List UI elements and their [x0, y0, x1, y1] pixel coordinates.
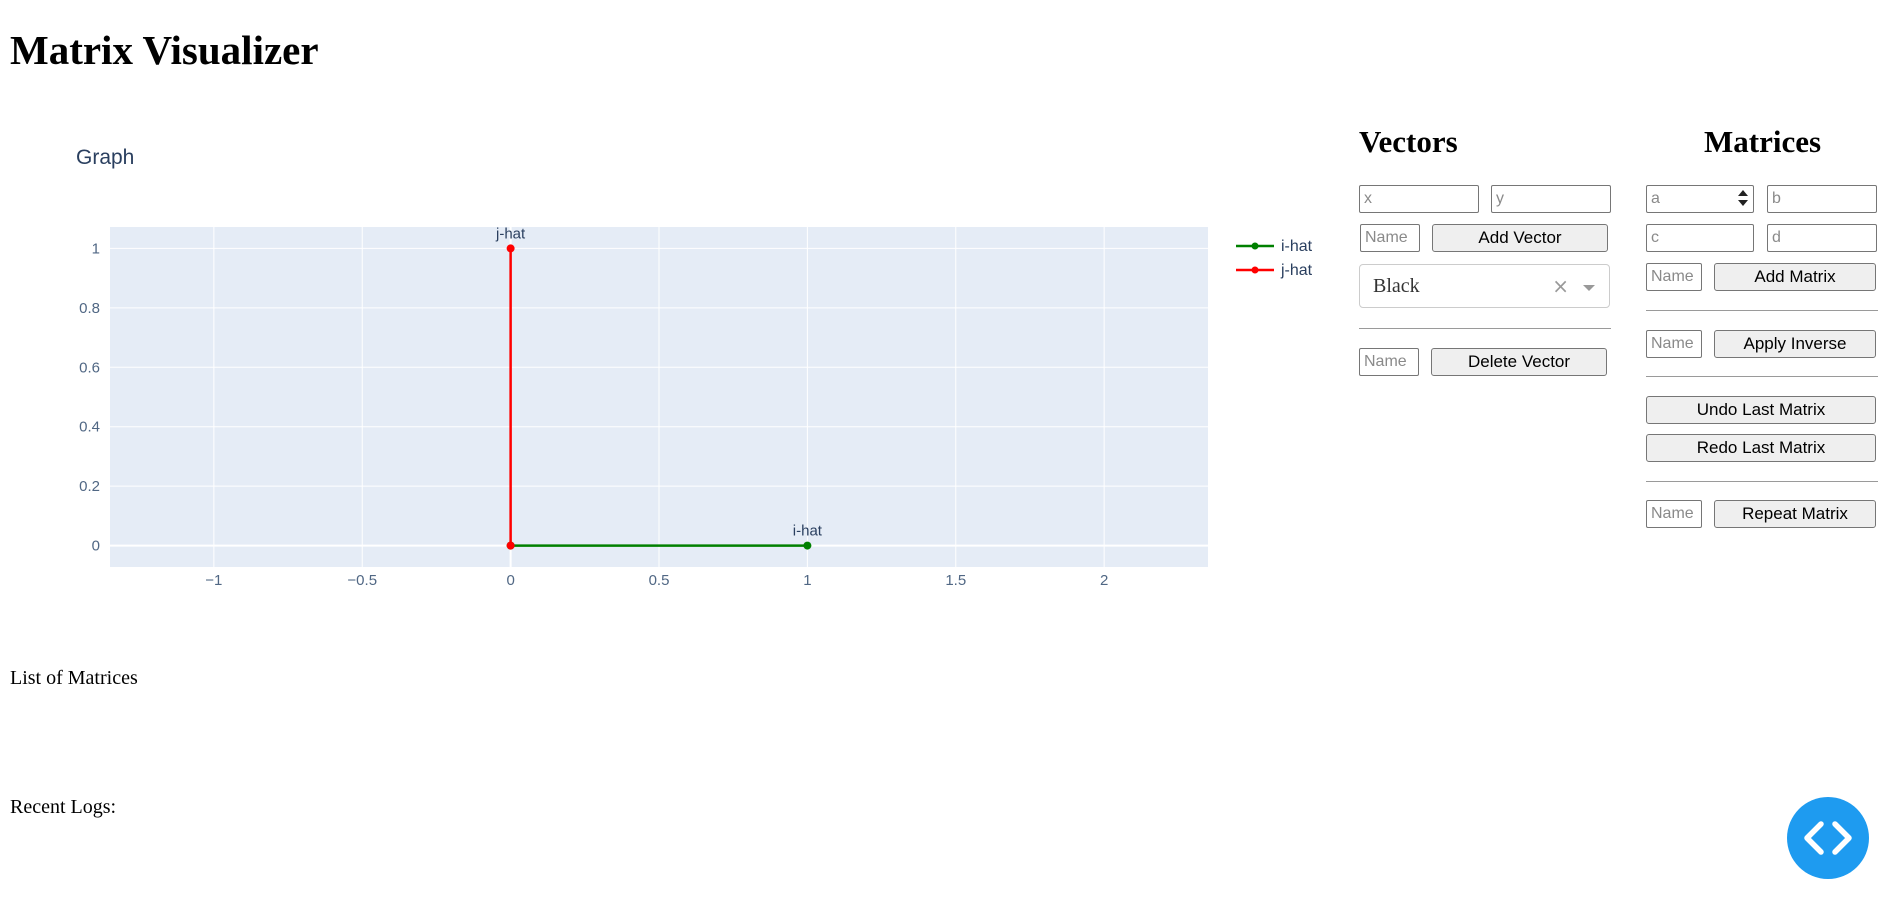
matrices-divider-2 — [1646, 376, 1878, 377]
vectors-divider — [1359, 328, 1611, 329]
x-tick-label: 0 — [506, 572, 514, 589]
y-tick-label: 0.8 — [79, 300, 100, 317]
x-tick-label: 2 — [1100, 572, 1108, 589]
point-label-j-hat: j-hat — [495, 225, 526, 242]
vector-name-input[interactable] — [1360, 224, 1420, 252]
page-title: Matrix Visualizer — [10, 27, 319, 73]
code-brackets-icon — [1804, 821, 1852, 855]
legend-label-j-hat: j-hat — [1280, 262, 1313, 279]
vector-x-input[interactable] — [1359, 185, 1479, 213]
x-tick-label: −1 — [205, 572, 222, 589]
matrix-c-input[interactable] — [1646, 224, 1754, 252]
code-toggle-button[interactable] — [1787, 797, 1869, 879]
matrices-heading: Matrices — [1704, 124, 1822, 159]
undo-last-matrix-button[interactable]: Undo Last Matrix — [1646, 396, 1876, 424]
point-label-i-hat: i-hat — [793, 523, 823, 540]
repeat-matrix-button[interactable]: Repeat Matrix — [1714, 500, 1876, 528]
add-vector-button[interactable]: Add Vector — [1432, 224, 1608, 252]
clear-icon[interactable]: × — [1552, 275, 1569, 297]
matrix-a-field[interactable] — [1646, 185, 1754, 213]
chevron-down-icon[interactable] — [1583, 285, 1595, 291]
delete-vector-button[interactable]: Delete Vector — [1431, 348, 1607, 376]
inverse-name-input[interactable] — [1646, 330, 1702, 358]
vector-chart[interactable]: Graph i-hat j-hat −1 −0.5 0 0.5 1 1.5 2 0 0.2 0.4… — [0, 120, 1345, 640]
legend-label-i-hat: i-hat — [1281, 238, 1313, 255]
vector-color-value: Black — [1373, 275, 1420, 297]
vector-color-select[interactable]: Black × — [1359, 264, 1610, 308]
legend-item-i-hat[interactable]: i-hat — [1236, 238, 1313, 255]
number-stepper-icon[interactable] — [1738, 189, 1748, 207]
x-tick-label: 1 — [803, 572, 811, 589]
vector-y-input[interactable] — [1491, 185, 1611, 213]
series-point-j-hat — [506, 541, 515, 550]
legend-marker-j-hat — [1251, 266, 1259, 274]
graph-container[interactable]: Graph i-hat j-hat −1 −0.5 0 0.5 1 1.5 2 0 0.2 0.4… — [0, 120, 1345, 640]
x-tick-label: 0.5 — [649, 572, 670, 589]
recent-logs-label: Recent Logs: — [10, 796, 117, 818]
y-tick-label: 0.4 — [79, 419, 100, 436]
series-point-i-hat — [803, 541, 812, 550]
y-tick-label: 0 — [92, 538, 100, 555]
legend[interactable]: i-hat j-hat — [1236, 238, 1313, 279]
repeat-name-input[interactable] — [1646, 500, 1702, 528]
matrix-b-input[interactable] — [1767, 185, 1877, 213]
y-tick-label: 0.2 — [79, 478, 100, 495]
matrices-divider-1 — [1646, 310, 1878, 311]
legend-item-j-hat[interactable]: j-hat — [1236, 262, 1313, 279]
y-tick-label: 1 — [92, 240, 100, 257]
y-tick-label: 0.6 — [79, 359, 100, 376]
x-axis-ticks: −1 −0.5 0 0.5 1 1.5 2 — [205, 572, 1108, 589]
y-axis-ticks: 0 0.2 0.4 0.6 0.8 1 — [79, 240, 100, 554]
apply-inverse-button[interactable]: Apply Inverse — [1714, 330, 1876, 358]
matrix-d-input[interactable] — [1767, 224, 1877, 252]
x-tick-label: 1.5 — [945, 572, 966, 589]
legend-marker-i-hat — [1251, 242, 1259, 250]
x-tick-label: −0.5 — [347, 572, 377, 589]
graph-title: Graph — [76, 146, 134, 169]
series-point-j-hat — [506, 244, 515, 253]
matrix-name-input[interactable] — [1646, 263, 1702, 291]
redo-last-matrix-button[interactable]: Redo Last Matrix — [1646, 434, 1876, 462]
list-of-matrices-label: List of Matrices — [10, 667, 138, 689]
delete-vector-name-input[interactable] — [1359, 348, 1419, 376]
vectors-heading: Vectors — [1359, 124, 1458, 159]
add-matrix-button[interactable]: Add Matrix — [1714, 263, 1876, 291]
matrices-divider-3 — [1646, 481, 1878, 482]
